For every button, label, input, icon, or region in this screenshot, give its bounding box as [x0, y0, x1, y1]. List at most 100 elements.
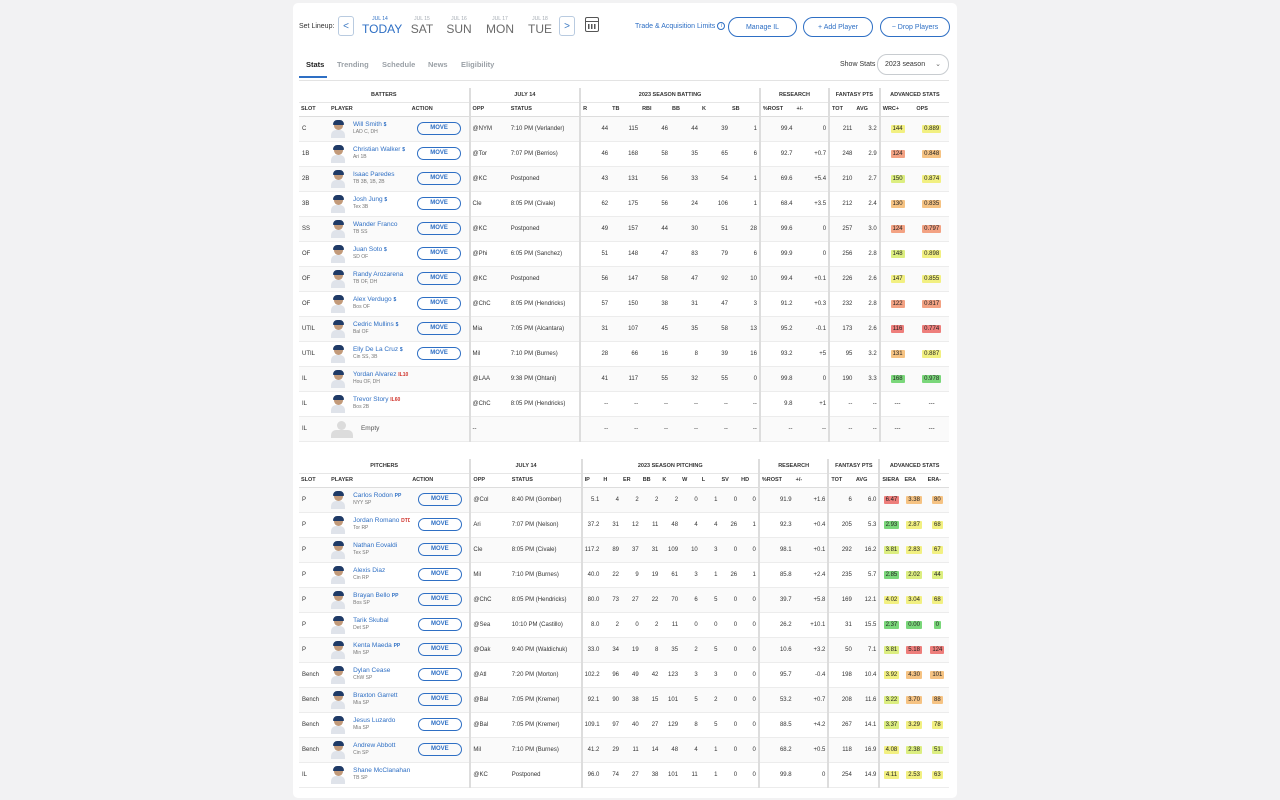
move-button[interactable]: MOVE — [417, 743, 462, 756]
player-name-link[interactable]: Dylan Cease — [353, 667, 390, 674]
game-status[interactable]: 7:07 PM (Nelson) — [509, 512, 582, 538]
opponent[interactable]: @Oak — [469, 637, 510, 663]
player-name-link[interactable]: Shane McClanahan — [353, 767, 410, 774]
opponent[interactable]: Mil — [468, 341, 509, 367]
player-name-link[interactable]: Jordan Romano — [353, 517, 399, 524]
player-name-link[interactable]: Wander Franco — [353, 221, 398, 228]
move-button[interactable]: MOVE — [417, 668, 462, 681]
game-status[interactable]: 7:07 PM (Berrios) — [508, 141, 581, 167]
prev-day-button[interactable]: < — [338, 16, 354, 36]
opponent[interactable]: @KC — [468, 216, 509, 242]
move-button[interactable]: MOVE — [417, 593, 462, 606]
opponent[interactable]: Cle — [468, 191, 509, 217]
move-button[interactable]: MOVE — [417, 618, 462, 631]
col-advanced[interactable]: SIERA — [878, 473, 903, 488]
col-stat[interactable]: SB — [729, 102, 760, 117]
opponent[interactable]: Cle — [469, 537, 510, 563]
col-stat[interactable]: H — [601, 473, 621, 488]
move-button[interactable]: MOVE — [417, 247, 462, 260]
move-button[interactable]: MOVE — [417, 518, 462, 531]
opponent[interactable]: @NYM — [468, 116, 509, 142]
col-stat[interactable]: IP — [580, 473, 602, 488]
day-sat[interactable]: JUL 15 SAT — [404, 16, 440, 36]
day-sun[interactable]: JUL 16 SUN — [441, 16, 477, 36]
col-advanced[interactable]: OPS — [914, 102, 949, 117]
player-name-link[interactable]: Kenta Maeda — [353, 642, 392, 649]
col-research[interactable]: %ROST — [758, 102, 795, 117]
player-name-link[interactable]: Elly De La Cruz — [353, 346, 398, 353]
player-name-link[interactable]: Brayan Bello — [353, 592, 390, 599]
game-status[interactable]: 7:10 PM (Burnes) — [509, 562, 582, 588]
player-name-link[interactable]: Carlos Rodon — [353, 492, 393, 499]
season-select[interactable]: 2023 season ⌄ — [877, 54, 949, 75]
game-status[interactable]: Postponed — [509, 762, 582, 788]
col-stat[interactable]: K — [699, 102, 730, 117]
col-research[interactable]: +/- — [793, 473, 829, 488]
col-stat[interactable]: SV — [719, 473, 740, 488]
col-stat[interactable]: L — [699, 473, 720, 488]
col-stat[interactable]: BB — [640, 473, 661, 488]
player-name-link[interactable]: Alex Verdugo — [353, 296, 392, 303]
move-button[interactable]: MOVE — [417, 172, 462, 185]
game-status[interactable]: 9:38 PM (Ohtani) — [508, 366, 581, 392]
calendar-icon[interactable] — [585, 17, 599, 32]
game-status[interactable]: 7:05 PM (Alcantara) — [508, 316, 581, 342]
player-name-link[interactable]: Will Smith — [353, 121, 382, 128]
col-stat[interactable]: R — [579, 102, 611, 117]
player-name-link[interactable]: Andrew Abbott — [353, 742, 395, 749]
opponent[interactable]: @ChC — [469, 587, 510, 613]
col-stat[interactable]: ER — [621, 473, 641, 488]
opponent[interactable]: Ari — [469, 512, 510, 538]
opponent[interactable]: @KC — [469, 762, 510, 788]
game-status[interactable]: 9:40 PM (Waldichuk) — [509, 637, 582, 663]
player-name-link[interactable]: Josh Jung — [353, 196, 383, 203]
col-advanced[interactable]: ERA- — [925, 473, 949, 488]
move-button[interactable]: MOVE — [417, 322, 462, 335]
col-stat[interactable]: TB — [610, 102, 641, 117]
player-name-link[interactable]: Nathan Eovaldi — [353, 542, 397, 549]
tab-stats[interactable]: Stats — [306, 60, 324, 69]
col-stat[interactable]: K — [660, 473, 681, 488]
col-fantasy[interactable]: AVG — [853, 473, 880, 488]
tab-news[interactable]: News — [428, 60, 448, 69]
day-mon[interactable]: JUL 17 MON — [482, 16, 518, 36]
opponent[interactable]: @Sea — [469, 612, 510, 638]
move-button[interactable]: MOVE — [417, 568, 462, 581]
move-button[interactable]: MOVE — [417, 543, 462, 556]
drop-players-button[interactable]: − Drop Players — [880, 17, 950, 37]
game-status[interactable]: 8:40 PM (Gomber) — [509, 487, 582, 513]
game-status[interactable]: Postponed — [508, 266, 581, 292]
opponent[interactable]: -- — [468, 416, 509, 442]
game-status[interactable]: 8:05 PM (Hendricks) — [508, 391, 581, 417]
tab-trending[interactable]: Trending — [337, 60, 369, 69]
game-status[interactable]: 8:05 PM (Civale) — [508, 191, 581, 217]
col-advanced[interactable]: ERA — [902, 473, 926, 488]
player-name-link[interactable]: Cedric Mullins — [353, 321, 394, 328]
player-name-link[interactable]: Yordan Alvarez — [353, 371, 397, 378]
opponent[interactable]: Mil — [469, 737, 510, 763]
game-status[interactable] — [508, 416, 581, 442]
game-status[interactable]: 8:05 PM (Hendricks) — [508, 291, 581, 317]
move-button[interactable]: MOVE — [417, 693, 462, 706]
move-button[interactable]: MOVE — [417, 493, 462, 506]
info-icon[interactable]: i — [717, 22, 726, 30]
game-status[interactable]: 6:05 PM (Sanchez) — [508, 241, 581, 267]
player-name-link[interactable]: Isaac Paredes — [353, 171, 395, 178]
player-name-link[interactable]: Christian Walker — [353, 146, 400, 153]
opponent[interactable]: Mia — [468, 316, 509, 342]
col-stat[interactable]: HD — [739, 473, 759, 488]
game-status[interactable]: 7:20 PM (Morton) — [509, 662, 582, 688]
player-name-link[interactable]: Alexis Diaz — [353, 567, 385, 574]
col-advanced[interactable]: WRC+ — [878, 102, 915, 117]
col-fantasy[interactable]: TOT — [827, 473, 854, 488]
trade-limits-link[interactable]: Trade & Acquisition Limits i — [635, 22, 726, 30]
tab-eligibility[interactable]: Eligibility — [461, 60, 494, 69]
col-stat[interactable]: BB — [670, 102, 700, 117]
col-fantasy[interactable]: AVG — [854, 102, 880, 117]
player-name-link[interactable]: Braxton Garrett — [353, 692, 397, 699]
move-button[interactable]: MOVE — [417, 222, 462, 235]
game-status[interactable]: Postponed — [508, 166, 581, 192]
col-fantasy[interactable]: TOT — [828, 102, 855, 117]
manage-il-button[interactable]: Manage IL — [728, 17, 797, 37]
col-stat[interactable]: RBI — [640, 102, 671, 117]
